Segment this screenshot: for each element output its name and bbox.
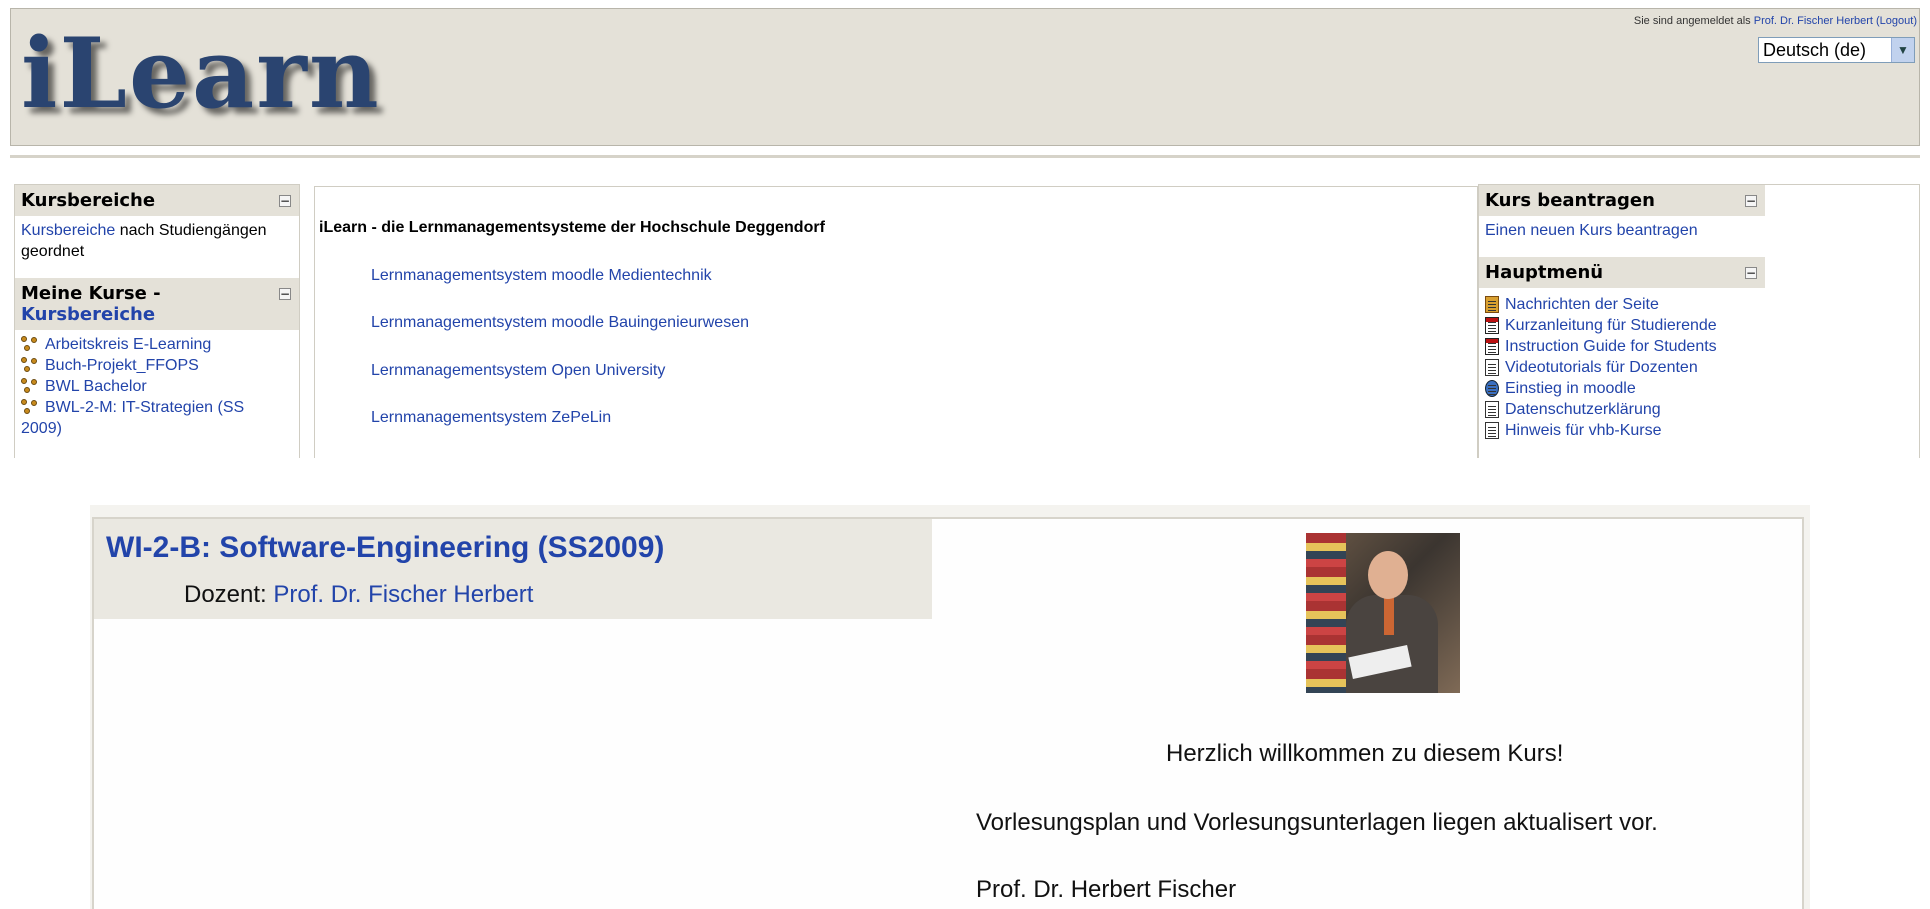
lecturer-link[interactable]: Prof. Dr. Fischer Herbert [273,581,533,608]
kursbereiche-block-body: Kursbereiche nach Studiengängen geordnet [15,216,299,278]
logout-link[interactable]: (Logout) [1876,15,1917,27]
menu-link[interactable]: Einstieg in moodle [1505,378,1636,399]
meine-kurse-block-header: Meine Kurse - Kursbereiche − [15,278,299,330]
ilearn-logo[interactable]: iLearn [21,17,381,130]
list-item: Instruction Guide for Students [1485,336,1785,357]
meine-kurse-list: Arbeitskreis E-Learning Buch-Projekt_FFO… [15,330,299,443]
course-signature: Prof. Dr. Herbert Fischer [976,876,1237,903]
center-title: iLearn - die Lernmanagementsysteme der H… [319,219,825,236]
course-page: WI-2-B: Software-Engineering (SS2009) Do… [90,505,1810,909]
login-prefix: Sie sind angemeldet als [1633,15,1751,27]
left-column: Kursbereiche − Kursbereiche nach Studien… [14,184,300,458]
menu-link[interactable]: Hinweis für vhb-Kurse [1505,420,1662,441]
collapse-icon[interactable]: − [1745,195,1757,207]
course-icon [21,378,41,396]
document-icon [1485,422,1499,439]
list-item: BWL-2-M: IT-Strategien (SS [21,397,293,418]
chevron-down-icon[interactable]: ▼ [1891,38,1914,62]
kursbereiche-block-header: Kursbereiche − [15,185,299,216]
list-item: Hinweis für vhb-Kurse [1485,420,1785,441]
list-item: Einstieg in moodle [1485,378,1785,399]
kursbereiche-block: Kursbereiche − Kursbereiche nach Studien… [15,185,299,278]
globe-icon [1485,380,1499,397]
person-tie-shape [1384,595,1394,635]
hauptmenu-header: Hauptmenü − [1479,257,1765,288]
course-icon [21,399,41,417]
course-link-continued[interactable]: 2009) [21,420,62,437]
document-icon [1485,401,1499,418]
collapse-icon[interactable]: − [1745,267,1757,279]
menu-link[interactable]: Datenschutzerklärung [1505,399,1661,420]
list-item: Nachrichten der Seite [1485,294,1785,315]
collapse-icon[interactable]: − [279,288,291,300]
meine-kurse-block: Meine Kurse - Kursbereiche − Arbeitskrei… [15,278,299,443]
lms-link-zepelin[interactable]: Lernmanagementsystem ZePeLin [371,409,611,427]
new-course-request-link[interactable]: Einen neuen Kurs beantragen [1485,222,1698,239]
news-icon [1485,296,1499,313]
lecturer-line: Dozent: Prof. Dr. Fischer Herbert [184,581,533,609]
list-item: Datenschutzerklärung [1485,399,1785,420]
lms-link-bauingenieurwesen[interactable]: Lernmanagementsystem moodle Bauingenieur… [371,314,749,332]
course-icon [21,336,41,354]
list-item-continuation: 2009) [21,418,293,439]
bookshelf-shape [1306,533,1346,693]
kurs-beantragen-block: Kurs beantragen − Einen neuen Kurs beant… [1479,185,1765,257]
lecturer-label: Dozent: [184,581,267,608]
course-title[interactable]: WI-2-B: Software-Engineering (SS2009) [106,531,664,565]
meine-kurse-title: Meine Kurse - [21,283,161,304]
right-column: Kurs beantragen − Einen neuen Kurs beant… [1478,184,1920,458]
course-notice: Vorlesungsplan und Vorlesungsunterlagen … [976,809,1658,836]
document-icon [1485,359,1499,376]
center-content: iLearn - die Lernmanagementsysteme der H… [314,186,1478,458]
welcome-text: Herzlich willkommen zu diesem Kurs! [1166,740,1564,767]
kursbereiche-block-title: Kursbereiche [21,190,156,211]
lecturer-photo [1306,533,1460,693]
hauptmenu-block: Hauptmenü − Nachrichten der Seite Kurzan… [1479,257,1765,445]
moodle-front-page: iLearn Sie sind angemeldet als Prof. Dr.… [0,0,1930,458]
course-header: WI-2-B: Software-Engineering (SS2009) Do… [94,519,932,619]
list-item: Arbeitskreis E-Learning [21,334,293,355]
course-link[interactable]: BWL Bachelor [45,376,147,397]
course-link[interactable]: Arbeitskreis E-Learning [45,334,211,355]
pdf-icon [1485,317,1499,334]
list-item: BWL Bachelor [21,376,293,397]
menu-link[interactable]: Nachrichten der Seite [1505,294,1659,315]
collapse-icon[interactable]: − [279,195,291,207]
kursbereiche-link[interactable]: Kursbereiche [21,222,115,239]
page-header: iLearn Sie sind angemeldet als Prof. Dr.… [10,8,1920,146]
pdf-icon [1485,338,1499,355]
menu-link[interactable]: Videotutorials für Dozenten [1505,357,1698,378]
menu-link[interactable]: Kurzanleitung für Studierende [1505,315,1717,336]
list-item: Kurzanleitung für Studierende [1485,315,1785,336]
login-user-link[interactable]: Prof. Dr. Fischer Herbert [1754,15,1873,27]
header-divider [10,155,1920,158]
hauptmenu-title: Hauptmenü [1485,262,1604,283]
kurs-beantragen-body: Einen neuen Kurs beantragen [1479,216,1765,257]
menu-link[interactable]: Instruction Guide for Students [1505,336,1717,357]
course-link[interactable]: Buch-Projekt_FFOPS [45,355,199,376]
login-info: Sie sind angemeldet als Prof. Dr. Fische… [1634,15,1917,27]
kurs-beantragen-header: Kurs beantragen − [1479,185,1765,216]
person-head-shape [1368,551,1408,599]
meine-kurse-kursbereiche-link[interactable]: Kursbereiche [21,304,155,325]
course-link[interactable]: BWL-2-M: IT-Strategien (SS [45,397,244,418]
hauptmenu-list: Nachrichten der Seite Kurzanleitung für … [1479,288,1791,445]
kurs-beantragen-title: Kurs beantragen [1485,190,1655,211]
lms-link-open-university[interactable]: Lernmanagementsystem Open University [371,362,665,380]
course-summary-panel: WI-2-B: Software-Engineering (SS2009) Do… [92,517,1804,909]
list-item: Buch-Projekt_FFOPS [21,355,293,376]
course-icon [21,357,41,375]
lms-link-medientechnik[interactable]: Lernmanagementsystem moodle Medientechni… [371,267,712,285]
language-select-value: Deutsch (de) [1763,40,1867,60]
list-item: Videotutorials für Dozenten [1485,357,1785,378]
language-select[interactable]: Deutsch (de) ▼ [1758,37,1915,63]
